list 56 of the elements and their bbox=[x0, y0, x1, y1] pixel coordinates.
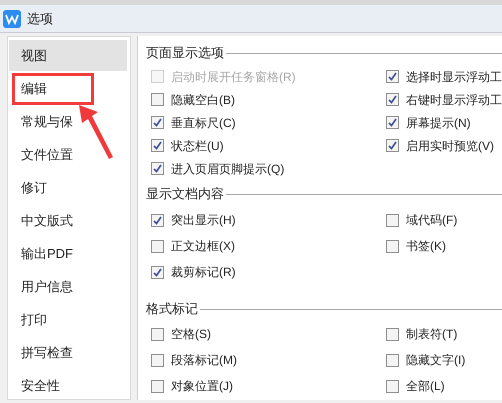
checkbox-label: 状态栏(U) bbox=[171, 138, 224, 154]
section-title: 显示文档内容 bbox=[146, 185, 224, 204]
checkbox-label: 进入页眉页脚提示(Q) bbox=[171, 160, 284, 178]
checkbox[interactable] bbox=[386, 354, 399, 366]
sidebar-item[interactable]: 拼写检查 bbox=[9, 337, 127, 368]
checkbox-label: 选择时显示浮动工 bbox=[406, 68, 502, 86]
checkbox[interactable] bbox=[386, 380, 399, 392]
sidebar-item[interactable]: 文件位置 bbox=[9, 139, 127, 170]
checkbox-label: 空格(S) bbox=[171, 326, 211, 343]
window-title: 选项 bbox=[27, 10, 53, 28]
checkbox[interactable] bbox=[151, 116, 164, 129]
checkbox-label: 书签(K) bbox=[406, 238, 446, 255]
checkbox[interactable] bbox=[386, 139, 399, 152]
checkbox-label: 裁剪标记(R) bbox=[171, 264, 236, 281]
sidebar-item[interactable]: 安全性 bbox=[9, 370, 127, 401]
checkbox[interactable] bbox=[151, 139, 164, 152]
app-logo-icon bbox=[3, 10, 21, 28]
sidebar-item[interactable]: 用户信息 bbox=[9, 271, 127, 302]
checkbox-label: 正文边框(X) bbox=[171, 238, 235, 255]
arrow-drawing bbox=[78, 105, 114, 159]
checkbox[interactable] bbox=[386, 116, 399, 129]
checkbox[interactable] bbox=[386, 240, 399, 252]
sidebar-item[interactable]: 打印 bbox=[9, 304, 127, 335]
section-title: 页面显示选项 bbox=[146, 44, 224, 62]
checkbox-label: 右键时显示浮动工 bbox=[406, 92, 502, 108]
checkbox[interactable] bbox=[386, 328, 399, 340]
checkbox-label: 突出显示(H) bbox=[171, 212, 236, 229]
sidebar-item[interactable]: 中文版式 bbox=[9, 205, 127, 236]
checkbox-label: 屏幕提示(N) bbox=[406, 114, 471, 132]
sidebar-item[interactable]: 视图 bbox=[9, 40, 127, 71]
checkbox[interactable] bbox=[151, 354, 164, 366]
checkbox[interactable] bbox=[151, 162, 164, 175]
checkbox[interactable] bbox=[151, 93, 164, 106]
checkbox[interactable] bbox=[151, 380, 164, 392]
checkbox-label: 启用实时预览(V) bbox=[406, 138, 494, 154]
sidebar-item[interactable]: 修订 bbox=[9, 172, 127, 203]
checkbox-label: 段落标记(M) bbox=[171, 352, 237, 369]
sidebar-item[interactable]: 输出PDF bbox=[9, 238, 127, 269]
checkbox[interactable] bbox=[386, 70, 399, 83]
checkbox[interactable] bbox=[151, 214, 164, 226]
sidebar-item[interactable]: 常规与保 bbox=[9, 106, 127, 137]
checkbox[interactable] bbox=[151, 266, 164, 278]
checkbox[interactable] bbox=[386, 214, 399, 226]
checkbox[interactable] bbox=[151, 240, 164, 252]
checkbox-label: 隐藏空白(B) bbox=[171, 92, 235, 108]
checkbox-label: 隐藏文字(I) bbox=[406, 352, 466, 369]
checkbox-label: 域代码(F) bbox=[406, 212, 458, 229]
section-title: 格式标记 bbox=[146, 300, 198, 318]
checkbox-label: 启动时展开任务窗格(R) bbox=[171, 68, 296, 86]
sidebar-item[interactable]: 编辑 bbox=[9, 73, 127, 104]
checkbox-label: 制表符(T) bbox=[406, 326, 458, 343]
checkbox[interactable] bbox=[151, 328, 164, 340]
checkbox-label: 对象位置(J) bbox=[171, 378, 233, 395]
checkbox-label: 全部(L) bbox=[406, 378, 445, 395]
checkbox-label: 垂直标尺(C) bbox=[171, 114, 236, 132]
checkbox[interactable] bbox=[386, 93, 399, 106]
